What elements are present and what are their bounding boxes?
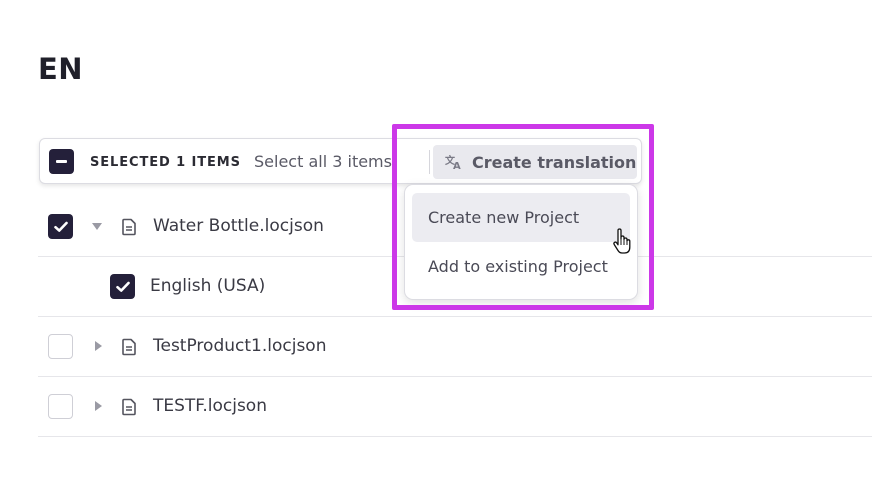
menu-item-create-new-project[interactable]: Create new Project bbox=[412, 193, 630, 242]
translate-icon: 文 A bbox=[445, 154, 461, 170]
check-icon bbox=[115, 281, 130, 292]
page: EN Water Bottle.locjson English (USA) Te… bbox=[0, 0, 872, 487]
menu-item-add-to-existing-project[interactable]: Add to existing Project bbox=[412, 242, 630, 291]
row-checkbox[interactable] bbox=[48, 214, 73, 239]
expand-arrow-down-icon[interactable] bbox=[92, 223, 102, 230]
page-title: EN bbox=[38, 52, 84, 86]
selection-toolbar: SELECTED 1 ITEMS Select all 3 items 文 A … bbox=[39, 138, 642, 184]
selected-count-label: SELECTED 1 ITEMS bbox=[90, 155, 241, 170]
tree-row-testf[interactable]: TESTF.locjson bbox=[38, 377, 872, 437]
create-translation-button[interactable]: 文 A Create translation bbox=[433, 145, 637, 179]
check-icon bbox=[53, 221, 68, 232]
create-translation-menu: Create new Project Add to existing Proje… bbox=[404, 184, 638, 300]
file-icon bbox=[122, 398, 136, 416]
hand-pointer-cursor-icon bbox=[613, 228, 631, 254]
svg-text:A: A bbox=[453, 161, 461, 170]
row-checkbox[interactable] bbox=[48, 394, 73, 419]
expand-arrow-right-icon[interactable] bbox=[95, 401, 102, 411]
file-icon bbox=[122, 338, 136, 356]
create-translation-label: Create translation bbox=[472, 152, 637, 172]
tree-row-testproduct1[interactable]: TestProduct1.locjson bbox=[38, 317, 872, 377]
select-all-link[interactable]: Select all 3 items bbox=[254, 152, 394, 171]
tree-row-label: TestProduct1.locjson bbox=[153, 336, 327, 356]
tree-row-label: English (USA) bbox=[150, 276, 266, 296]
tree-row-label: Water Bottle.locjson bbox=[153, 216, 324, 236]
row-checkbox[interactable] bbox=[48, 334, 73, 359]
row-checkbox[interactable] bbox=[110, 274, 135, 299]
file-icon bbox=[122, 218, 136, 236]
tree-row-label: TESTF.locjson bbox=[153, 396, 267, 416]
select-indeterminate-checkbox[interactable] bbox=[49, 149, 74, 174]
expand-arrow-right-icon[interactable] bbox=[95, 341, 102, 351]
toolbar-divider bbox=[429, 150, 430, 174]
